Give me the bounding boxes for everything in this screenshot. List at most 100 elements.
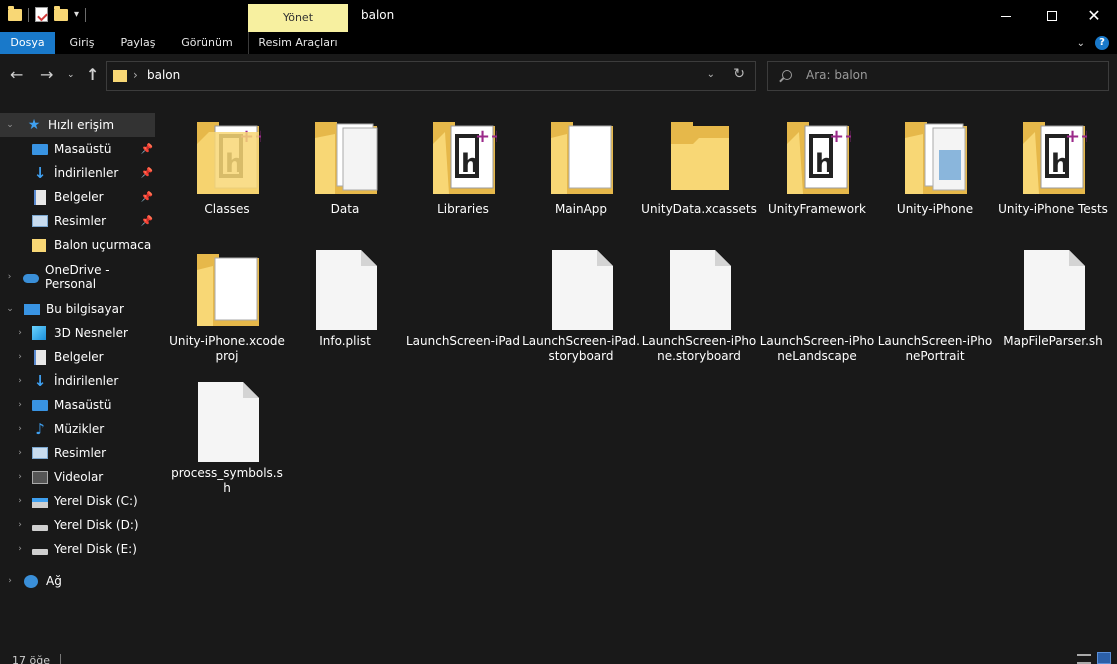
file-name: Info.plist [319,334,371,348]
large-icons-view-icon[interactable] [1097,652,1111,664]
file-item-classes[interactable]: h ++ Classes [168,108,286,238]
sidebar-item-network[interactable]: › Ağ [0,569,155,593]
sidebar-item-documents-pc[interactable]: › Belgeler [0,345,155,369]
minimize-button[interactable] [983,0,1029,32]
sidebar-item-desktop-pc[interactable]: › Masaüstü [0,393,155,417]
expand-icon[interactable]: › [14,424,26,434]
expand-icon[interactable]: › [4,272,15,282]
search-icon [782,70,792,80]
sidebar-item-disk-e[interactable]: › Yerel Disk (E:) [0,537,155,561]
code-folder-icon: h ++ [433,122,497,194]
sidebar-item-label: Balon uçurmaca [54,238,152,252]
file-item-mapfileparser-sh[interactable]: MapFileParser.sh [994,240,1112,370]
expand-icon[interactable]: ⌄ [4,304,16,314]
pin-icon[interactable]: 📌 [141,168,153,179]
tab-manage[interactable]: Yönet [248,4,348,32]
disk-icon [32,525,48,531]
expand-icon[interactable]: › [4,576,16,586]
close-button[interactable]: ✕ [1071,0,1117,32]
sidebar-item-downloads[interactable]: ↓ İndirilenler 📌 [0,161,155,185]
svg-text:h: h [461,149,480,179]
sidebar-item-documents[interactable]: Belgeler 📌 [0,185,155,209]
properties-icon[interactable] [35,7,48,22]
expand-icon[interactable]: › [14,448,26,458]
pin-icon[interactable]: 📌 [141,216,153,227]
recent-locations-button[interactable]: ⌄ [67,66,75,84]
details-view-icon[interactable] [1077,654,1091,664]
pin-icon[interactable]: 📌 [141,144,153,155]
file-item-launchscreen-ipad[interactable]: LaunchScreen-iPad [404,240,522,370]
expand-icon[interactable]: › [14,328,26,338]
file-item-launchscreen-iphonelandscape[interactable]: LaunchScreen-iPhoneLandscape [758,240,876,370]
tab-home[interactable]: Giriş [55,32,109,54]
arrow-right-icon: → [40,65,54,84]
chevron-right-icon[interactable]: › [133,68,138,82]
forward-button[interactable]: → [40,66,53,84]
file-item-data[interactable]: Data [286,108,404,238]
file-item-launchscreen-iphone-storyboard[interactable]: LaunchScreen-iPhone.storyboard [640,240,758,370]
music-icon: ♪ [35,420,45,438]
sidebar-item-pictures[interactable]: Resimler 📌 [0,209,155,233]
maximize-button[interactable] [1029,0,1075,32]
file-item-libraries[interactable]: h ++ Libraries [404,108,522,238]
new-folder-icon[interactable] [54,5,68,21]
back-button[interactable]: ← [10,66,23,84]
pin-icon[interactable]: 📌 [141,192,153,203]
code-folder-icon: h ++ [787,122,851,194]
sidebar-item-onedrive[interactable]: › OneDrive - Personal [0,263,155,291]
sidebar-item-disk-d[interactable]: › Yerel Disk (D:) [0,513,155,537]
sidebar-item-videos[interactable]: › Videolar [0,465,155,489]
sidebar-item-desktop[interactable]: Masaüstü 📌 [0,137,155,161]
file-item-mainapp[interactable]: MainApp [522,108,640,238]
file-item-unity-iphone-xcodeproj[interactable]: Unity-iPhone.xcodeproj [168,240,286,370]
folder-icon [551,122,613,194]
sidebar-item-disk-c[interactable]: › Yerel Disk (C:) [0,489,155,513]
refresh-icon[interactable]: ↻ [733,66,745,82]
sidebar-item-downloads-pc[interactable]: › ↓ İndirilenler [0,369,155,393]
file-item-unityframework[interactable]: h ++ UnityFramework [758,108,876,238]
expand-icon[interactable]: › [14,520,26,530]
sidebar-item-3d-objects[interactable]: › 3D Nesneler [0,321,155,345]
sidebar-item-pictures-pc[interactable]: › Resimler [0,441,155,465]
sidebar-item-quick-access[interactable]: ⌄ ★ Hızlı erişim [0,113,155,137]
tab-view[interactable]: Görünüm [167,32,247,54]
customize-toolbar-icon[interactable]: ▾ [74,9,79,20]
file-name: LaunchScreen-iPad.storyboard [522,334,640,363]
file-item-unity-iphone-tests[interactable]: h ++ Unity-iPhone Tests [994,108,1112,238]
up-button[interactable]: ↑ [86,66,99,84]
file-name: UnityFramework [768,202,866,216]
sidebar-item-this-pc[interactable]: ⌄ Bu bilgisayar [0,297,155,321]
sidebar-item-label: Resimler [54,446,107,460]
search-input[interactable] [806,68,1096,82]
expand-icon[interactable]: › [14,352,26,362]
file-item-unity-iphone[interactable]: Unity-iPhone [876,108,994,238]
sidebar-item-music[interactable]: › ♪ Müzikler [0,417,155,441]
file-name: LaunchScreen-iPhone.storyboard [641,334,757,363]
file-icon [670,250,731,330]
address-history-icon[interactable]: ⌄ [707,69,715,80]
tab-share[interactable]: Paylaş [109,32,167,54]
search-box[interactable] [767,61,1109,91]
expand-icon[interactable]: › [14,472,26,482]
expand-icon[interactable]: › [14,400,26,410]
document-icon [34,349,46,365]
file-item-launchscreen-ipad-storyboard[interactable]: LaunchScreen-iPad.storyboard [522,240,640,370]
tab-picture-tools[interactable]: Resim Araçları [249,32,347,54]
expand-icon[interactable]: ⌄ [4,120,16,130]
tab-file[interactable]: Dosya [0,32,55,54]
file-item-unitydata-xcassets[interactable]: UnityData.xcassets [640,108,758,238]
chevron-down-icon[interactable]: ⌄ [1077,38,1085,49]
file-item-launchscreen-iphoneportrait[interactable]: LaunchScreen-iPhonePortrait [876,240,994,370]
file-item-process-symbols-sh[interactable]: process_symbols.sh [168,372,286,502]
file-name: LaunchScreen-iPhoneLandscape [759,334,875,363]
breadcrumb[interactable]: balon [147,68,180,82]
expand-icon[interactable]: › [14,544,26,554]
file-item-info-plist[interactable]: Info.plist [286,240,404,370]
3d-objects-icon [32,326,46,340]
address-bar[interactable]: › balon ⌄ ↻ [106,61,756,91]
expand-icon[interactable]: › [14,496,26,506]
sidebar-item-balon-ucurmaca[interactable]: Balon uçurmaca [0,233,155,257]
expand-icon[interactable]: › [14,376,26,386]
help-icon[interactable]: ? [1095,36,1109,50]
network-icon [24,574,38,588]
